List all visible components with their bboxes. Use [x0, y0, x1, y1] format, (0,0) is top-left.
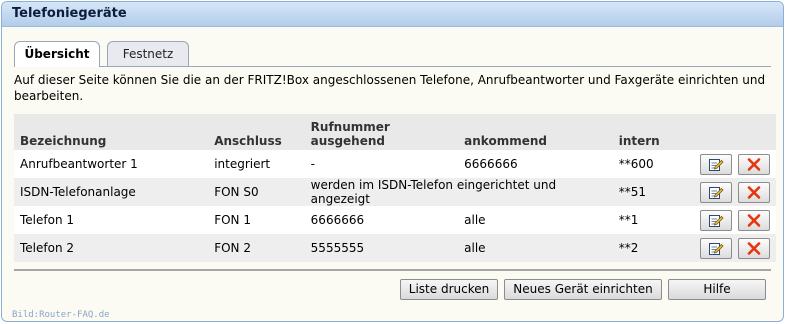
tab-divider [14, 66, 771, 67]
edit-button[interactable] [699, 237, 732, 259]
help-button[interactable]: Hilfe [668, 279, 766, 300]
delete-button[interactable] [737, 153, 770, 175]
col-header-rufnummer-ausgehend: Rufnummer ausgehend [304, 114, 459, 150]
cell-intern: **600 [612, 150, 694, 178]
cell-actions [693, 234, 776, 262]
edit-button[interactable] [699, 153, 732, 175]
cell-ausgehend: 5555555 [304, 234, 459, 262]
rufnummer-label: Rufnummer [310, 120, 390, 134]
delete-button[interactable] [737, 237, 770, 259]
delete-icon [747, 157, 761, 171]
delete-button[interactable] [737, 181, 770, 203]
devices-table: Bezeichnung Anschluss Rufnummer ausgehen… [14, 114, 776, 262]
col-header-ankommend: ankommend [458, 114, 613, 150]
telefoniegeraete-panel: Telefoniegeräte Übersicht Festnetz Auf d… [1, 1, 784, 322]
cell-ankommend: alle [458, 234, 613, 262]
window-title: Telefoniegeräte [2, 2, 783, 27]
tab-festnetz[interactable]: Festnetz [107, 41, 189, 66]
table-row: Anrufbeantworter 1 integriert - 6666666 … [14, 150, 776, 178]
cell-intern: **2 [612, 234, 694, 262]
col-header-intern: intern [612, 114, 694, 150]
cell-name: ISDN-Telefonanlage [14, 178, 209, 206]
edit-button[interactable] [699, 181, 732, 203]
table-row: Telefon 1 FON 1 6666666 alle **1 [14, 206, 776, 234]
table-bottom-divider [14, 269, 771, 271]
delete-button[interactable] [737, 209, 770, 231]
cell-ausgehend: 6666666 [304, 206, 459, 234]
cell-actions [693, 150, 776, 178]
edit-button[interactable] [699, 209, 732, 231]
edit-icon [708, 214, 724, 227]
cell-ankommend: 6666666 [458, 150, 613, 178]
table-header-row: Bezeichnung Anschluss Rufnummer ausgehen… [14, 114, 776, 150]
delete-icon [747, 241, 761, 255]
table-row: Telefon 2 FON 2 5555555 alle **2 [14, 234, 776, 262]
cell-name: Telefon 2 [14, 234, 209, 262]
edit-icon [708, 242, 724, 255]
tab-uebersicht[interactable]: Übersicht [14, 41, 100, 67]
cell-actions [693, 178, 776, 206]
col-header-anschluss: Anschluss [208, 114, 305, 150]
edit-icon [708, 158, 724, 171]
col-header-bezeichnung: Bezeichnung [14, 114, 209, 150]
page-description: Auf dieser Seite können Sie die an der F… [14, 73, 766, 103]
col-header-actions [693, 114, 776, 150]
cell-ankommend: alle [458, 206, 613, 234]
edit-icon [708, 186, 724, 199]
delete-icon [747, 213, 761, 227]
cell-name: Telefon 1 [14, 206, 209, 234]
cell-anschluss: FON 1 [208, 206, 305, 234]
table-row: ISDN-Telefonanlage FON S0 werden im ISDN… [14, 178, 776, 206]
cell-actions [693, 206, 776, 234]
cell-ausgehend: - [304, 150, 459, 178]
image-credit: Bild:Router-FAQ.de [12, 310, 110, 320]
print-list-button[interactable]: Liste drucken [400, 279, 498, 300]
ausgehend-label: ausgehend [310, 134, 385, 148]
cell-note: werden im ISDN-Telefon eingerichtet und … [304, 178, 613, 206]
cell-anschluss: FON 2 [208, 234, 305, 262]
cell-name: Anrufbeantworter 1 [14, 150, 209, 178]
cell-intern: **1 [612, 206, 694, 234]
new-device-button[interactable]: Neues Gerät einrichten [504, 279, 662, 300]
cell-anschluss: integriert [208, 150, 305, 178]
cell-anschluss: FON S0 [208, 178, 305, 206]
cell-intern: **51 [612, 178, 694, 206]
delete-icon [747, 185, 761, 199]
